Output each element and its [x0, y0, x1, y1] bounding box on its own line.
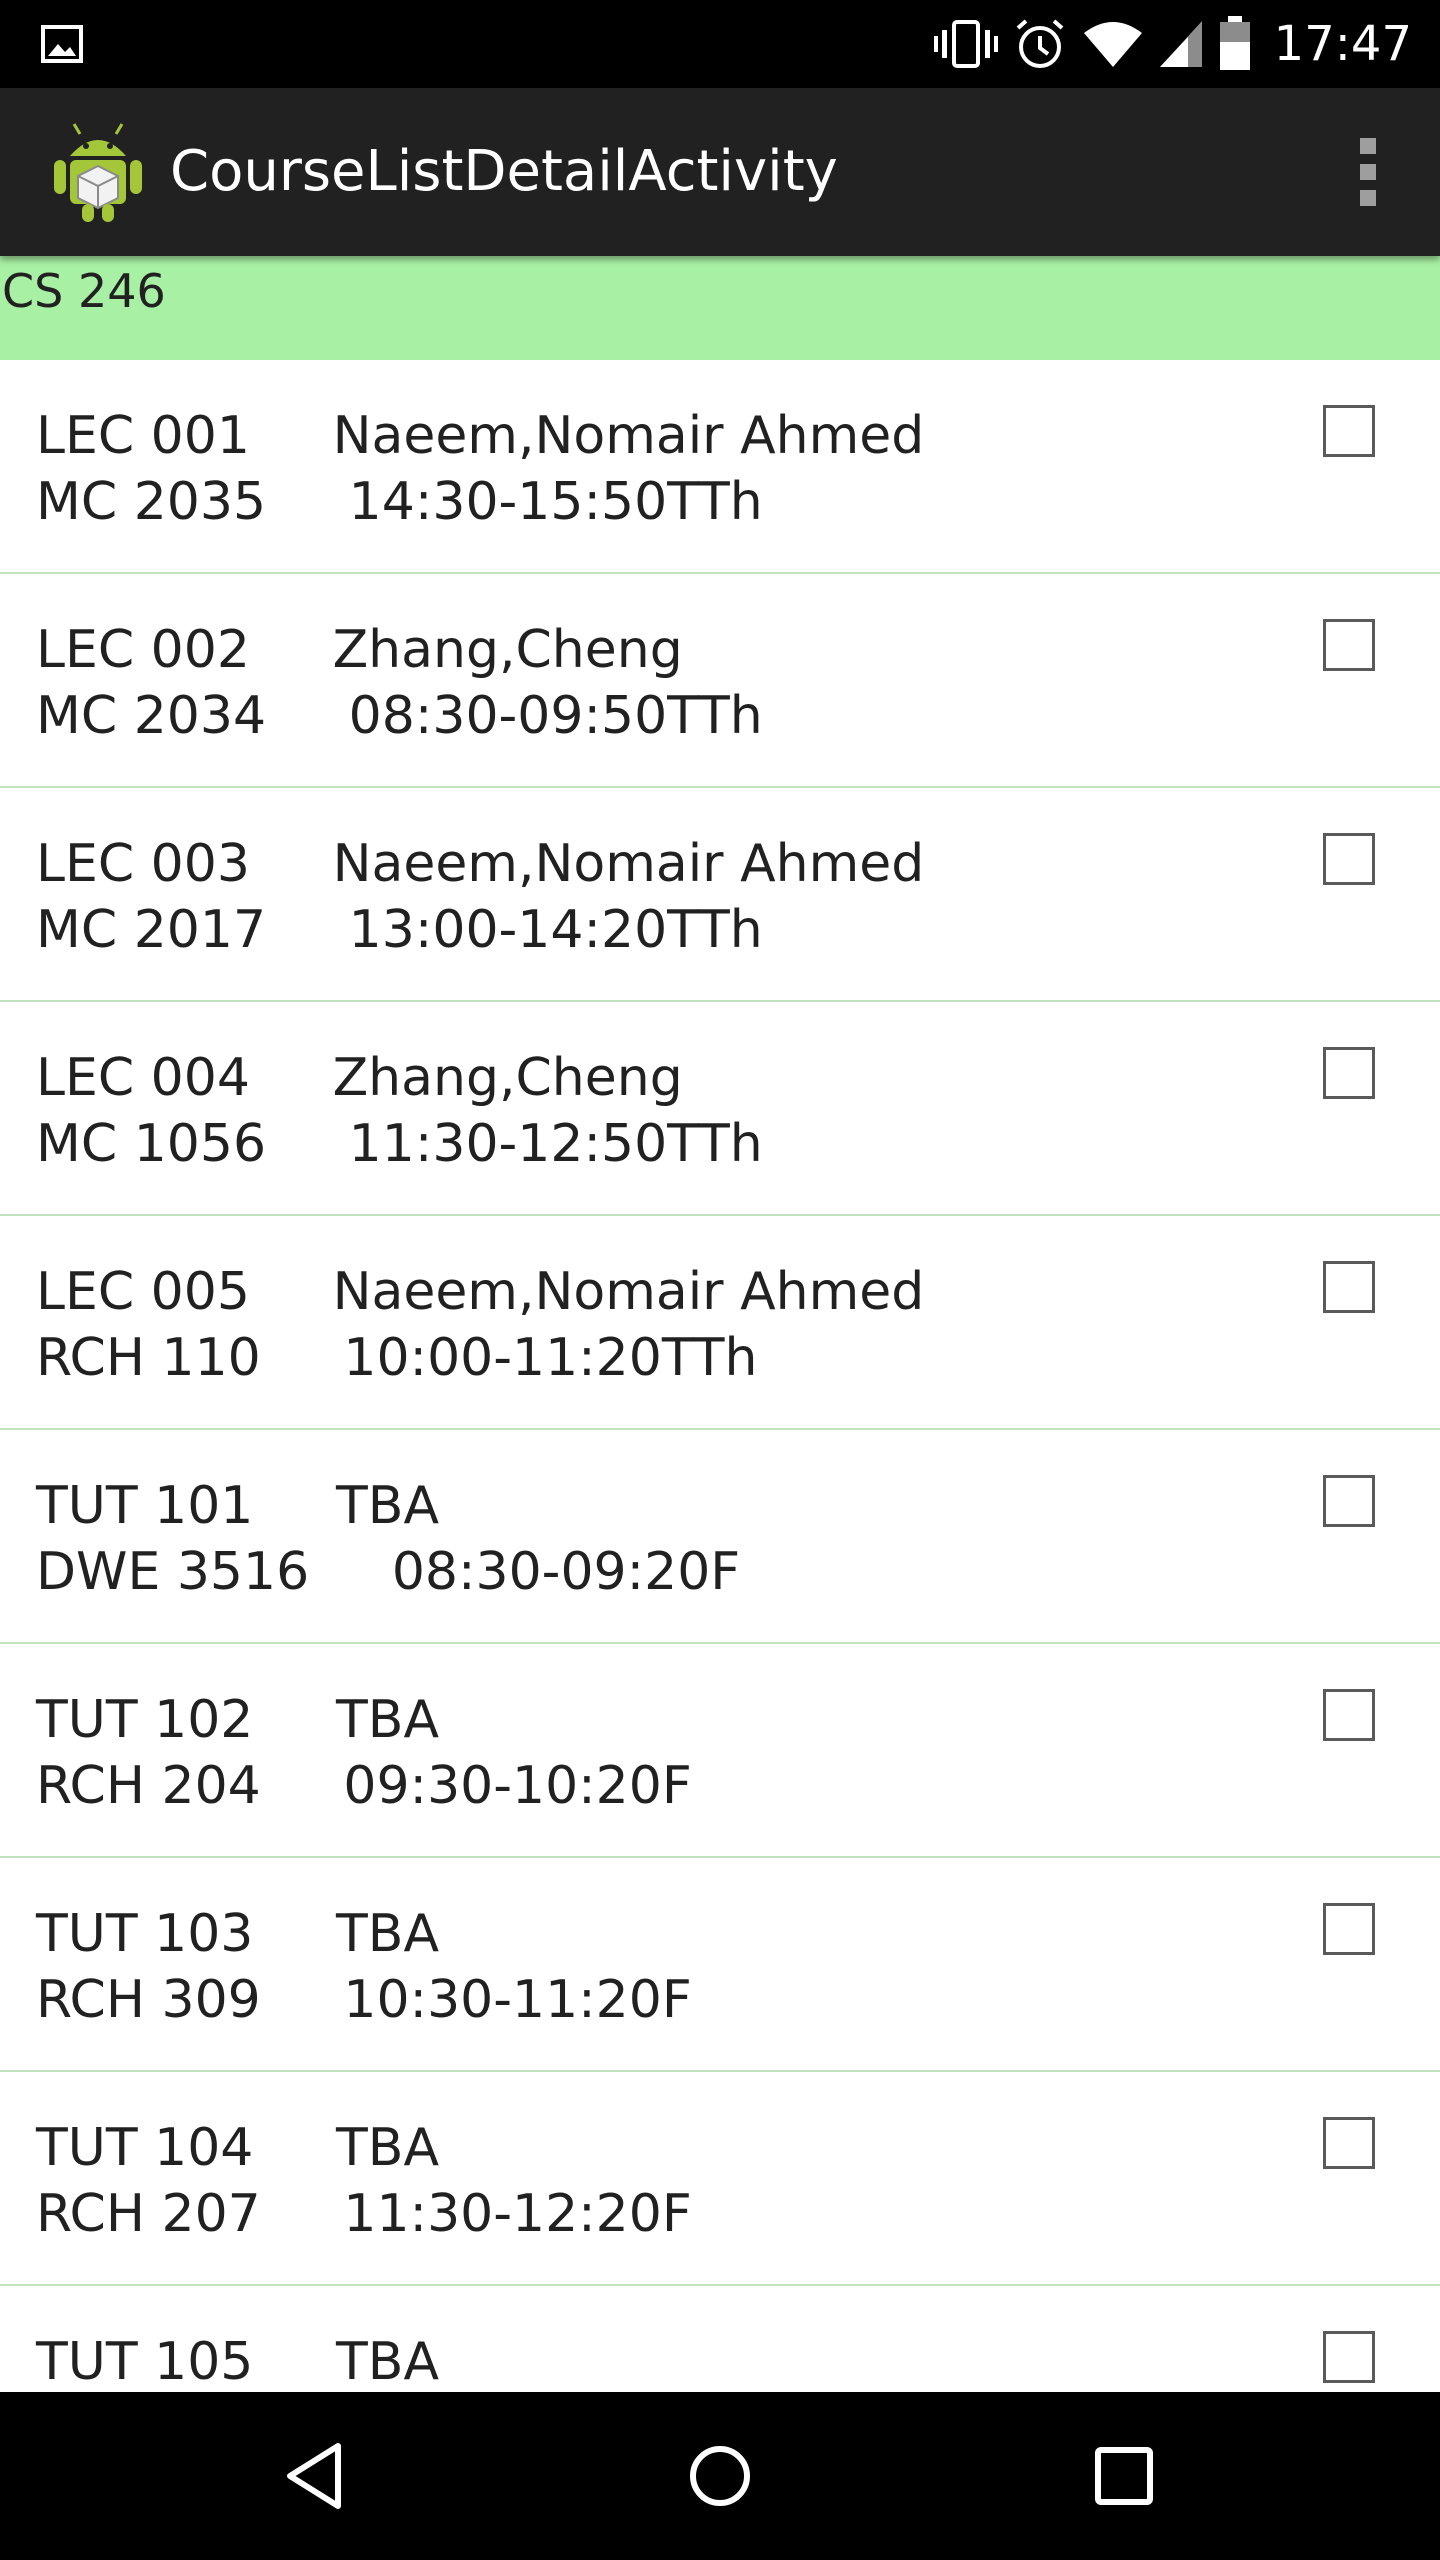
section-checkbox[interactable]	[1323, 619, 1375, 671]
overflow-dot	[1360, 190, 1376, 206]
section-room-time: RCH 110 10:00-11:20TTh	[36, 1328, 758, 1388]
image-notification-icon	[41, 25, 83, 63]
navigation-bar	[0, 2392, 1440, 2560]
action-bar: CourseListDetailActivity	[0, 88, 1440, 256]
list-item[interactable]: TUT 104 TBA RCH 207 11:30-12:20F	[0, 2072, 1440, 2286]
status-bar: 17:47	[0, 0, 1440, 88]
section-room-time: RCH 207 11:30-12:20F	[36, 2184, 692, 2244]
course-code: CS 246	[2, 264, 166, 318]
section-room-time: RCH 204 09:30-10:20F	[36, 1756, 692, 1816]
section-room-time: RCH 309 10:30-11:20F	[36, 1970, 692, 2030]
list-item[interactable]: LEC 001 Naeem,Nomair Ahmed MC 2035 14:30…	[0, 360, 1440, 574]
signal-icon	[1159, 21, 1202, 67]
section-instructor: LEC 003 Naeem,Nomair Ahmed	[36, 834, 925, 894]
section-room-time: MC 1056 11:30-12:50TTh	[36, 1114, 763, 1174]
list-item[interactable]: TUT 101 TBA DWE 3516 08:30-09:20F	[0, 1430, 1440, 1644]
section-room-time: MC 2017 13:00-14:20TTh	[36, 900, 763, 960]
list-item[interactable]: TUT 103 TBA RCH 309 10:30-11:20F	[0, 1858, 1440, 2072]
list-item[interactable]: LEC 002 Zhang,Cheng MC 2034 08:30-09:50T…	[0, 574, 1440, 788]
section-room-time: DWE 3516 08:30-09:20F	[36, 1542, 741, 1602]
back-icon[interactable]	[276, 2436, 356, 2516]
section-instructor: TUT 102 TBA	[36, 1690, 440, 1750]
section-list[interactable]: LEC 001 Naeem,Nomair Ahmed MC 2035 14:30…	[0, 360, 1440, 2392]
section-instructor: TUT 103 TBA	[36, 1904, 440, 1964]
wifi-icon	[1083, 22, 1142, 67]
status-time: 17:47	[1273, 16, 1412, 72]
overflow-dot	[1360, 138, 1376, 154]
section-instructor: TUT 105 TBA	[36, 2332, 440, 2392]
list-item[interactable]: LEC 004 Zhang,Cheng MC 1056 11:30-12:50T…	[0, 1002, 1440, 1216]
section-instructor: LEC 001 Naeem,Nomair Ahmed	[36, 406, 925, 466]
list-item[interactable]: LEC 003 Naeem,Nomair Ahmed MC 2017 13:00…	[0, 788, 1440, 1002]
section-checkbox[interactable]	[1323, 1689, 1375, 1741]
list-item[interactable]: LEC 005 Naeem,Nomair Ahmed RCH 110 10:00…	[0, 1216, 1440, 1430]
overflow-menu-icon[interactable]	[1336, 128, 1400, 216]
section-instructor: TUT 101 TBA	[36, 1476, 440, 1536]
course-header: CS 246	[0, 256, 1440, 360]
recents-icon[interactable]	[1084, 2436, 1164, 2516]
section-checkbox[interactable]	[1323, 1047, 1375, 1099]
section-instructor: LEC 005 Naeem,Nomair Ahmed	[36, 1262, 925, 1322]
android-robot-icon	[54, 123, 142, 222]
section-checkbox[interactable]	[1323, 1261, 1375, 1313]
section-checkbox[interactable]	[1323, 2117, 1375, 2169]
vibrate-icon	[933, 20, 998, 68]
app-title: CourseListDetailActivity	[170, 139, 838, 204]
section-checkbox[interactable]	[1323, 1903, 1375, 1955]
list-item[interactable]: TUT 102 TBA RCH 204 09:30-10:20F	[0, 1644, 1440, 1858]
overflow-dot	[1360, 164, 1376, 180]
section-instructor: LEC 002 Zhang,Cheng	[36, 620, 683, 680]
status-icons: 17:47	[933, 0, 1412, 88]
battery-icon	[1219, 16, 1250, 70]
list-item[interactable]: TUT 105 TBA	[0, 2286, 1440, 2392]
section-checkbox[interactable]	[1323, 1475, 1375, 1527]
section-instructor: LEC 004 Zhang,Cheng	[36, 1048, 683, 1108]
alarm-icon	[1016, 19, 1063, 68]
section-room-time: MC 2034 08:30-09:50TTh	[36, 686, 763, 746]
section-checkbox[interactable]	[1323, 833, 1375, 885]
section-instructor: TUT 104 TBA	[36, 2118, 440, 2178]
section-room-time: MC 2035 14:30-15:50TTh	[36, 472, 763, 532]
section-checkbox[interactable]	[1323, 405, 1375, 457]
home-icon[interactable]	[680, 2436, 760, 2516]
section-checkbox[interactable]	[1323, 2331, 1375, 2383]
